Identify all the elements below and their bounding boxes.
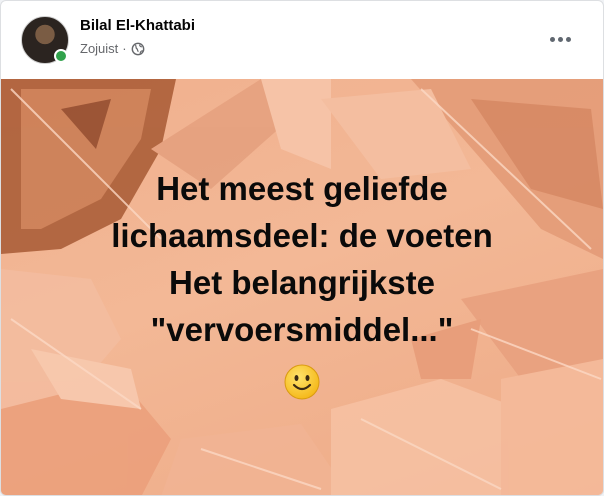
post-text-line-3: Het belangrijkste xyxy=(169,264,435,301)
post-time[interactable]: Zojuist xyxy=(80,41,118,56)
post-header: Bilal El-Khattabi Zojuist · xyxy=(1,1,603,79)
post-text: Het meest geliefde lichaamsdeel: de voet… xyxy=(1,165,603,353)
post-background: Het meest geliefde lichaamsdeel: de voet… xyxy=(1,79,603,495)
post-text-line-4: "vervoersmiddel..." xyxy=(150,311,454,348)
post-card: Bilal El-Khattabi Zojuist · Het meest ge… xyxy=(0,0,604,496)
globe-icon[interactable] xyxy=(131,42,145,56)
online-status-icon xyxy=(54,49,68,63)
author-name[interactable]: Bilal El-Khattabi xyxy=(80,17,195,34)
smiley-emoji-icon xyxy=(284,364,320,400)
post-text-line-1: Het meest geliefde xyxy=(156,170,448,207)
post-text-line-2: lichaamsdeel: de voeten xyxy=(111,217,493,254)
post-meta: Zojuist · xyxy=(80,41,145,56)
meta-separator: · xyxy=(122,41,127,56)
more-options-icon[interactable] xyxy=(547,27,573,51)
